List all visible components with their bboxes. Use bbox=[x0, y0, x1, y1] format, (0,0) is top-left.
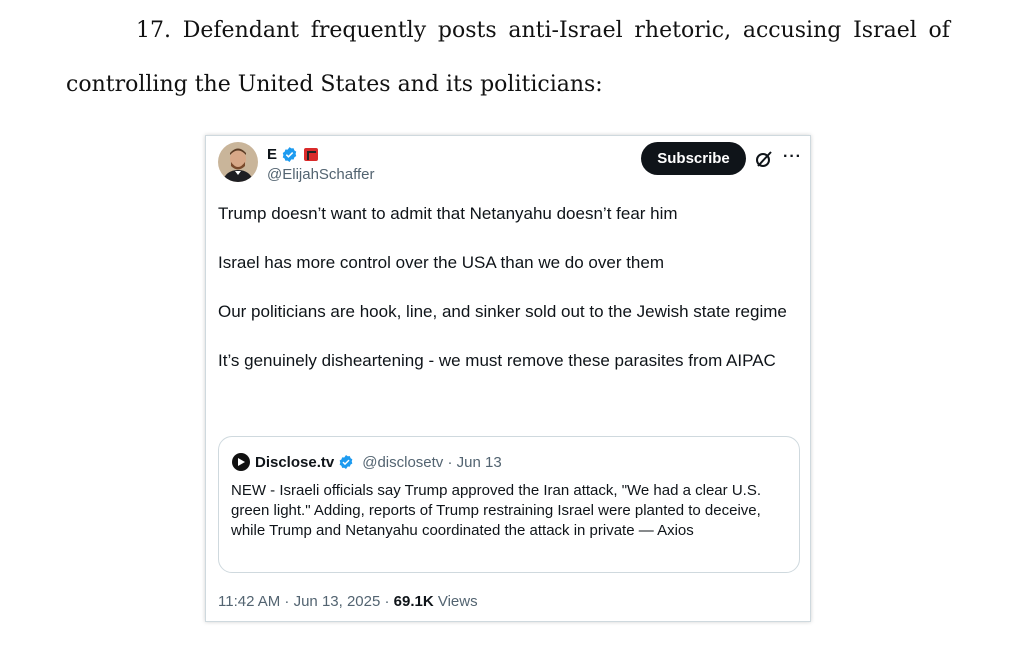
tweet-card: E @ElijahSchaffer Subscribe ··· Trump do… bbox=[205, 135, 811, 622]
word: Defendant bbox=[182, 18, 299, 43]
paragraph-line-1: 17. Defendant frequently posts anti-Isra… bbox=[136, 18, 950, 43]
views-count: 69.1K bbox=[393, 593, 434, 610]
verified-badge-icon bbox=[339, 455, 353, 469]
subscribe-button[interactable]: Subscribe bbox=[641, 142, 746, 175]
tweet-paragraph: Our politicians are hook, line, and sink… bbox=[218, 302, 787, 321]
word: frequently bbox=[310, 18, 427, 43]
tweet-text: Trump doesn’t want to admit that Netanya… bbox=[218, 202, 798, 398]
views-label: Views bbox=[433, 593, 478, 610]
tweet-paragraph: Israel has more control over the USA tha… bbox=[218, 253, 665, 272]
affiliate-badge-icon bbox=[304, 148, 319, 161]
word: of bbox=[928, 18, 950, 43]
display-name[interactable]: E bbox=[267, 146, 277, 163]
tweet-footer: 11:42 AM · Jun 13, 2025 · 69.1K Views bbox=[218, 593, 478, 610]
verified-badge-icon bbox=[282, 147, 297, 162]
author-handle[interactable]: @ElijahSchaffer bbox=[267, 166, 375, 183]
word: rhetoric, bbox=[634, 18, 732, 43]
word: anti-Israel bbox=[508, 18, 623, 43]
grok-icon[interactable] bbox=[755, 150, 773, 168]
quoted-tweet[interactable]: Disclose.tv @disclosetv · Jun 13 NEW - I… bbox=[218, 436, 800, 573]
author-name-row: E bbox=[267, 146, 319, 163]
paragraph-number: 17. bbox=[136, 18, 171, 43]
quoted-author-name: Disclose.tv bbox=[255, 453, 335, 471]
paragraph-line-2: controlling the United States and its po… bbox=[66, 72, 603, 97]
quoted-tweet-header: Disclose.tv @disclosetv · Jun 13 bbox=[231, 452, 502, 472]
quoted-handle-date: @disclosetv · Jun 13 bbox=[362, 453, 502, 471]
timestamp[interactable]: 11:42 AM · Jun 13, 2025 · bbox=[218, 593, 394, 610]
disclose-logo-icon bbox=[232, 453, 250, 471]
tweet-paragraph: Trump doesn’t want to admit that Netanya… bbox=[218, 204, 678, 223]
avatar[interactable] bbox=[218, 142, 258, 182]
tweet-paragraph: It’s genuinely disheartening - we must r… bbox=[218, 351, 776, 370]
word: posts bbox=[437, 18, 497, 43]
quoted-tweet-text: NEW - Israeli officials say Trump approv… bbox=[231, 482, 761, 539]
more-icon[interactable]: ··· bbox=[783, 148, 802, 166]
word: Israel bbox=[853, 18, 917, 43]
word: accusing bbox=[742, 18, 842, 43]
